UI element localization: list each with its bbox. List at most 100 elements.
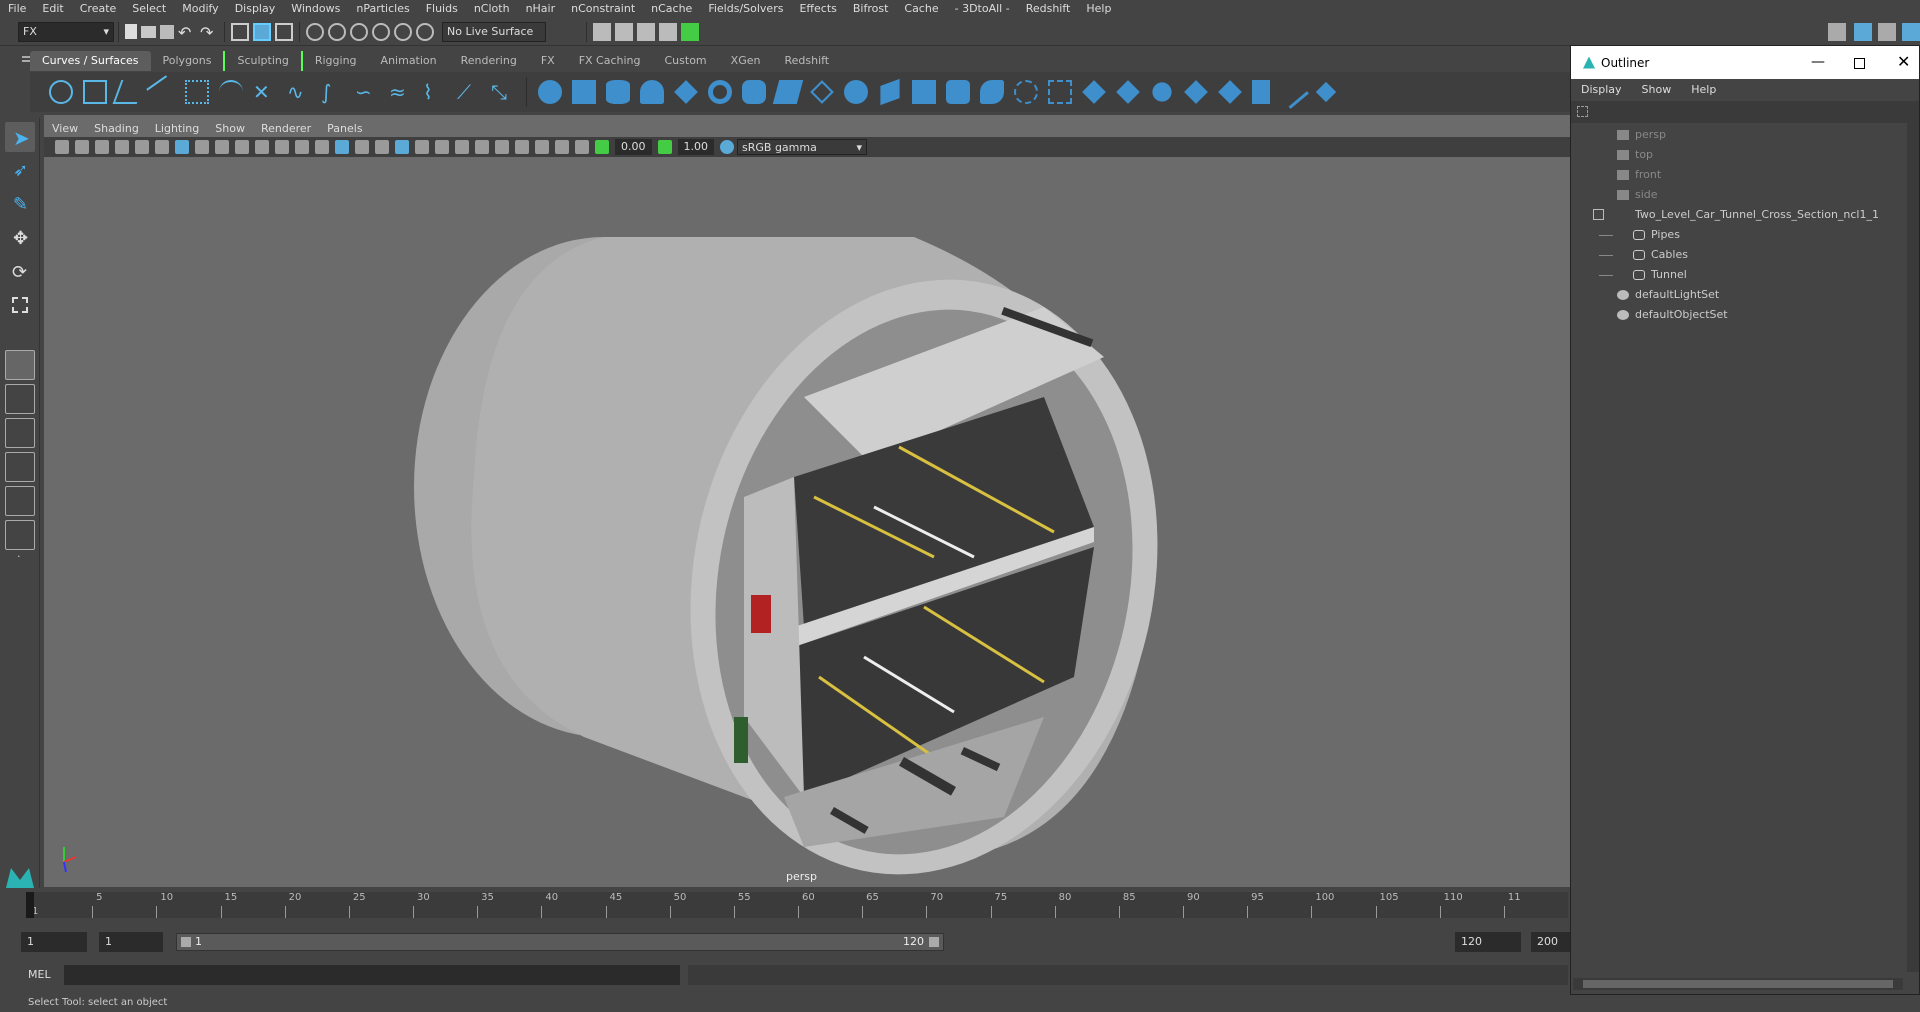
graph-persp-layout-icon[interactable]	[5, 520, 35, 550]
undo-icon[interactable]: ↶	[178, 23, 196, 42]
attach-surfaces-icon[interactable]	[1152, 82, 1172, 102]
current-time-marker[interactable]	[26, 892, 34, 918]
shelf-tab[interactable]: Polygons	[151, 51, 224, 71]
nurbs-sphere-icon[interactable]	[538, 80, 562, 104]
shadows-icon[interactable]	[435, 140, 449, 154]
snap-pivot-icon[interactable]	[416, 22, 434, 41]
select-hierarchy-icon[interactable]	[231, 22, 249, 41]
two-stacked-layout-icon[interactable]	[5, 452, 35, 482]
extend-curve-icon[interactable]: ∽	[355, 80, 379, 104]
start-time-field[interactable]: 1	[21, 932, 87, 952]
shelf-tab[interactable]: Custom	[653, 51, 719, 71]
wireframe-on-shaded-icon[interactable]	[355, 140, 369, 154]
menu-item[interactable]: Redshift	[1018, 0, 1079, 17]
menu-item[interactable]: - 3DtoAll -	[947, 0, 1018, 17]
arc-icon[interactable]	[219, 80, 243, 104]
grid-toggle-icon[interactable]	[175, 140, 189, 154]
ep-curve-icon[interactable]	[146, 75, 180, 109]
planar-icon[interactable]	[810, 80, 834, 104]
range-handle-left[interactable]	[181, 937, 191, 947]
outliner-item[interactable]: persp	[1571, 125, 1919, 145]
gamma-icon[interactable]	[657, 140, 672, 154]
camera-attr-icon[interactable]	[75, 140, 89, 154]
nurbs-torus-icon[interactable]	[708, 80, 732, 104]
screen-space-ao-icon[interactable]	[455, 140, 469, 154]
outliner-menu-item[interactable]: Display	[1571, 83, 1632, 96]
outliner-item[interactable]: Pipes	[1571, 225, 1919, 245]
rebuild-curve-icon[interactable]: ⌇	[423, 80, 447, 104]
outliner-item[interactable]: front	[1571, 165, 1919, 185]
nurbs-cylinder-icon[interactable]	[606, 80, 630, 104]
align-surfaces-icon[interactable]	[1218, 80, 1242, 104]
collapse-icon[interactable]	[1593, 209, 1604, 220]
offset-curve-icon[interactable]: ≈	[389, 80, 413, 104]
menu-item[interactable]: Cache	[896, 0, 946, 17]
end-time-field[interactable]: 200	[1531, 932, 1571, 952]
outliner-item[interactable]: Two_Level_Car_Tunnel_Cross_Section_ncl1_…	[1571, 205, 1919, 225]
sculpt-geometry-icon[interactable]	[1275, 75, 1309, 109]
outliner-item[interactable]: top	[1571, 145, 1919, 165]
textured-icon[interactable]	[395, 140, 409, 154]
image-plane-icon[interactable]	[115, 140, 129, 154]
square-surface-icon[interactable]	[980, 80, 1004, 104]
pencil-curve-icon[interactable]	[185, 80, 209, 104]
circle-curve-icon[interactable]	[49, 80, 73, 104]
trim-icon[interactable]	[1082, 80, 1106, 104]
shelf-tab[interactable]: Rendering	[449, 51, 529, 71]
menu-item[interactable]: nConstraint	[563, 0, 643, 17]
exposure-field[interactable]: 0.00	[615, 139, 652, 155]
move-tool-icon[interactable]: ✥	[5, 224, 35, 254]
outliner-item[interactable]: defaultLightSet	[1571, 285, 1919, 305]
workspace-icon[interactable]	[1828, 22, 1846, 41]
project-curve-icon[interactable]	[1014, 80, 1038, 104]
resolution-gate-icon[interactable]	[215, 140, 229, 154]
snap-surface-icon[interactable]	[394, 22, 412, 41]
shelf-tab[interactable]: Animation	[369, 51, 449, 71]
paint-select-icon[interactable]: ✎	[5, 190, 35, 220]
outliner-vertical-scrollbar[interactable]	[1907, 122, 1919, 972]
extrude-icon[interactable]	[844, 80, 868, 104]
outliner-item[interactable]: Cables	[1571, 245, 1919, 265]
ipr-render-icon[interactable]	[637, 22, 655, 41]
two-d-pan-icon[interactable]	[135, 140, 149, 154]
gamma-field[interactable]: 1.00	[677, 139, 714, 155]
close-icon[interactable]: ✕	[1897, 52, 1910, 71]
color-space-dropdown[interactable]: sRGB gamma ▾	[737, 139, 867, 155]
new-scene-icon[interactable]	[125, 24, 137, 39]
curve-editing-icon[interactable]: ⤡	[491, 80, 515, 104]
save-scene-icon[interactable]	[160, 24, 174, 39]
hypershade-icon[interactable]	[681, 22, 699, 41]
panel-menu-item[interactable]: View	[44, 122, 86, 135]
minimize-icon[interactable]: —	[1811, 54, 1825, 70]
outliner-search[interactable]	[1571, 101, 1919, 123]
channel-box-icon[interactable]	[1854, 22, 1872, 41]
cv-curve-icon[interactable]	[112, 80, 146, 104]
menu-item[interactable]: Create	[72, 0, 125, 17]
lasso-tool-icon[interactable]: ➶	[5, 156, 35, 186]
add-points-icon[interactable]: ⟋	[457, 80, 481, 104]
boundary-icon[interactable]	[946, 80, 970, 104]
attribute-editor-icon[interactable]	[1878, 22, 1896, 41]
safe-action-icon[interactable]	[275, 140, 289, 154]
camera-select-icon[interactable]	[55, 140, 69, 154]
open-scene-icon[interactable]	[141, 25, 156, 38]
film-gate-icon[interactable]	[195, 140, 209, 154]
menu-item[interactable]: Help	[1078, 0, 1119, 17]
shelf-tab[interactable]: FX	[529, 51, 567, 71]
menu-item[interactable]: Fluids	[418, 0, 466, 17]
panel-menu-item[interactable]: Panels	[319, 122, 370, 135]
two-side-layout-icon[interactable]	[5, 418, 35, 448]
tool-settings-icon[interactable]	[1902, 22, 1920, 41]
nurbs-cube-icon[interactable]	[572, 80, 596, 104]
menu-item[interactable]: Effects	[791, 0, 844, 17]
snap-point-icon[interactable]	[350, 22, 368, 41]
menu-item[interactable]: nCloth	[466, 0, 518, 17]
multisample-aa-icon[interactable]	[495, 140, 509, 154]
playback-start-field[interactable]: 1	[99, 932, 163, 952]
four-view-layout-icon[interactable]	[5, 384, 35, 414]
command-input[interactable]	[64, 965, 680, 985]
open-close-icon[interactable]	[1252, 80, 1270, 104]
untrim-icon[interactable]	[1116, 80, 1140, 104]
insert-knot-icon[interactable]: ∫	[321, 80, 345, 104]
render-frame-icon[interactable]	[615, 22, 633, 41]
